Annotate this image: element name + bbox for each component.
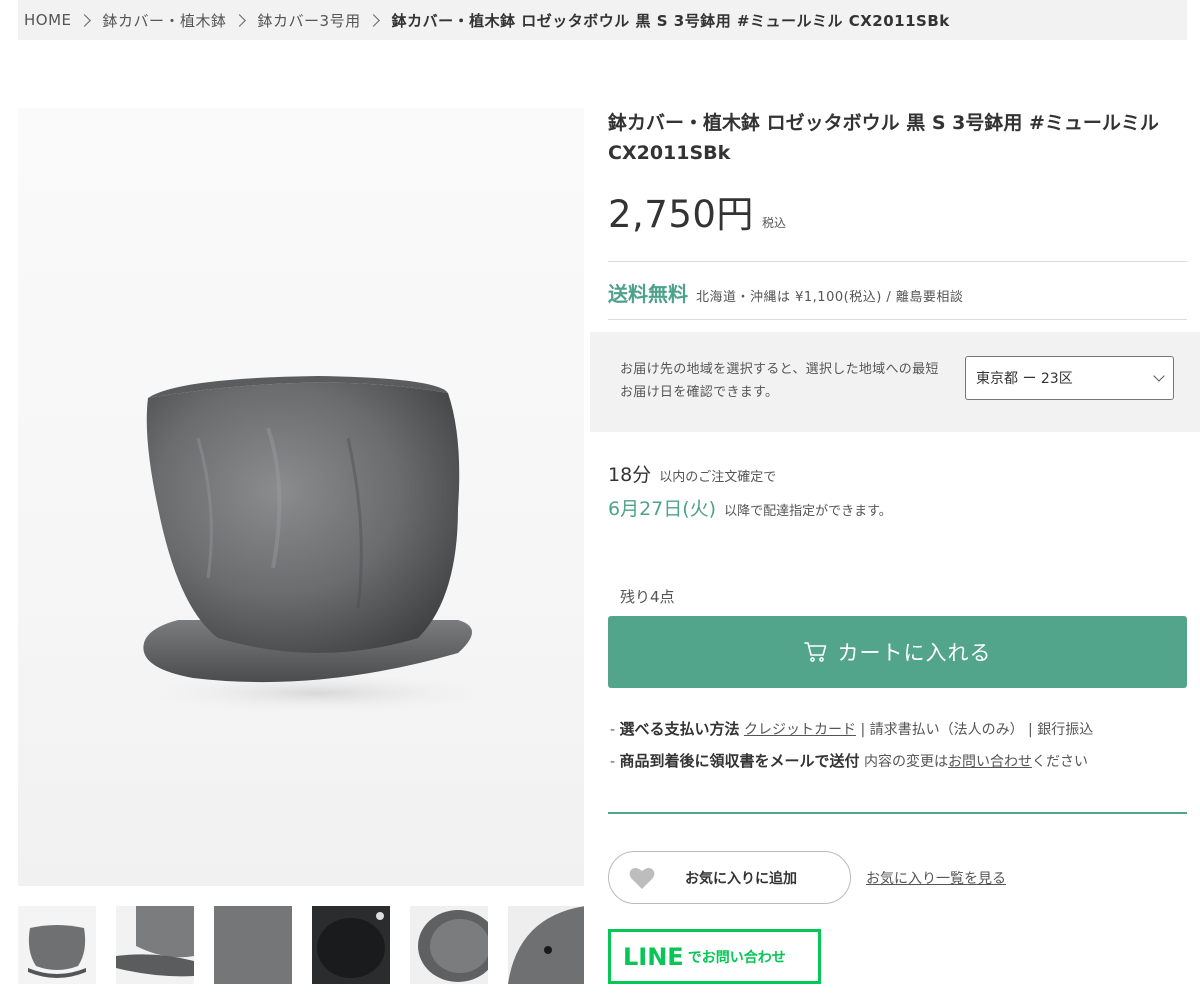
add-to-cart-button[interactable]: カートに入れる xyxy=(608,616,1187,688)
payment-methods: - 選べる支払い方法 クレジットカード | 請求書払い（法人のみ） | 銀行振込 xyxy=(610,718,1093,739)
favorites-list-link[interactable]: お気に入り一覧を見る xyxy=(866,868,1006,888)
thumbnail-4[interactable] xyxy=(312,906,390,984)
chevron-right-icon xyxy=(77,13,91,27)
chevron-right-icon xyxy=(232,13,246,27)
order-deadline: 18分 以内のご注文確定で xyxy=(608,460,776,487)
deadline-note: 以内のご注文確定で xyxy=(659,470,777,485)
cart-icon xyxy=(803,642,826,662)
thumbnail-6[interactable] xyxy=(508,906,584,984)
thumbnail-5[interactable] xyxy=(410,906,488,984)
product-main-image[interactable] xyxy=(18,108,584,886)
payment-others: | 請求書払い（法人のみ） | 銀行振込 xyxy=(860,722,1094,738)
stock-remaining: 残り4点 xyxy=(620,588,675,606)
breadcrumb-subcategory[interactable]: 鉢カバー3号用 xyxy=(258,10,361,31)
delivery-region-box: お届け先の地域を選択すると、選択した地域への最短お届け日を確認できます。 東京都… xyxy=(590,332,1200,432)
thumbnail-1[interactable] xyxy=(18,906,96,984)
breadcrumb-home[interactable]: HOME xyxy=(24,11,72,29)
divider xyxy=(608,812,1187,814)
region-description: お届け先の地域を選択すると、選択した地域への最短お届け日を確認できます。 xyxy=(620,362,939,400)
thumbnail-3[interactable] xyxy=(214,906,292,984)
breadcrumb-category[interactable]: 鉢カバー・植木鉢 xyxy=(103,10,227,31)
thumbnail-2[interactable] xyxy=(116,906,194,984)
receipt-note-post: ください xyxy=(1031,754,1088,770)
chevron-right-icon xyxy=(366,13,380,27)
tax-label: 税込 xyxy=(761,216,786,230)
delivery-date-note: 以降で配達指定ができます。 xyxy=(724,504,892,519)
line-contact-label: でお問い合わせ xyxy=(687,949,786,966)
credit-card-link[interactable]: クレジットカード xyxy=(744,722,856,738)
payment-label: 選べる支払い方法 xyxy=(619,720,740,738)
line-logo: LINE xyxy=(623,942,684,971)
heart-icon xyxy=(629,867,655,889)
region-selected-value: 東京都 ー 23区 xyxy=(976,371,1073,387)
breadcrumb: HOME 鉢カバー・植木鉢 鉢カバー3号用 鉢カバー・植木鉢 ロゼッタボウル 黒… xyxy=(18,0,1187,40)
line-contact-button[interactable]: LINE でお問い合わせ xyxy=(608,929,821,984)
region-select[interactable]: 東京都 ー 23区 xyxy=(965,356,1174,400)
product-price: 2,750円 xyxy=(608,193,754,236)
delivery-date: 6月27日(火) 以降で配達指定ができます。 xyxy=(608,494,892,521)
divider xyxy=(608,319,1187,320)
shipping-note: 北海道・沖縄は ¥1,100(税込) / 離島要相談 xyxy=(696,290,964,305)
deadline-minutes: 18分 xyxy=(608,464,652,486)
receipt-info: - 商品到着後に領収書をメールで送付 内容の変更はお問い合わせください xyxy=(610,750,1088,771)
price-row: 2,750円 税込 xyxy=(608,184,786,238)
delivery-date-value: 6月27日(火) xyxy=(608,498,717,520)
shipping-info: 送料無料 北海道・沖縄は ¥1,100(税込) / 離島要相談 xyxy=(608,278,963,307)
product-photo-pot xyxy=(128,376,508,715)
bullet-dash: - xyxy=(610,722,616,738)
add-favorite-button[interactable]: お気に入りに追加 xyxy=(608,851,851,904)
receipt-note-pre: 内容の変更は xyxy=(863,754,948,770)
receipt-label: 商品到着後に領収書をメールで送付 xyxy=(619,752,860,770)
add-favorite-label: お気に入りに追加 xyxy=(685,869,797,886)
divider xyxy=(608,261,1187,262)
chevron-down-icon xyxy=(1153,370,1165,382)
free-shipping-label: 送料無料 xyxy=(608,282,688,306)
product-title: 鉢カバー・植木鉢 ロゼッタボウル 黒 S 3号鉢用 #ミュールミル CX2011… xyxy=(608,112,1159,164)
bullet-dash: - xyxy=(610,754,616,770)
contact-link[interactable]: お問い合わせ xyxy=(948,754,1032,770)
thumbnail-strip xyxy=(18,906,584,986)
add-to-cart-label: カートに入れる xyxy=(837,641,992,665)
breadcrumb-current: 鉢カバー・植木鉢 ロゼッタボウル 黒 S 3号鉢用 #ミュールミル CX2011… xyxy=(391,11,950,30)
